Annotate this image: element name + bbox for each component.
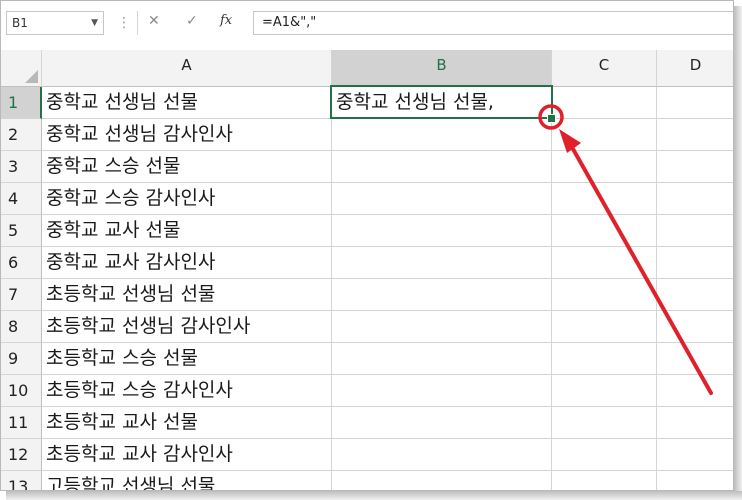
annotation-circle [538, 104, 564, 130]
annotation-arrow-head-icon [559, 129, 581, 153]
window-shadow-bottom [6, 491, 742, 500]
annotation-arrow-line [571, 147, 713, 395]
spreadsheet-window: B1 ▼ ⋮ ✕ ✓ fx =A1&"," A B C D 1 2 3 4 5 … [0, 0, 734, 491]
annotation-layer [538, 104, 713, 395]
window-shadow-right [734, 6, 742, 500]
